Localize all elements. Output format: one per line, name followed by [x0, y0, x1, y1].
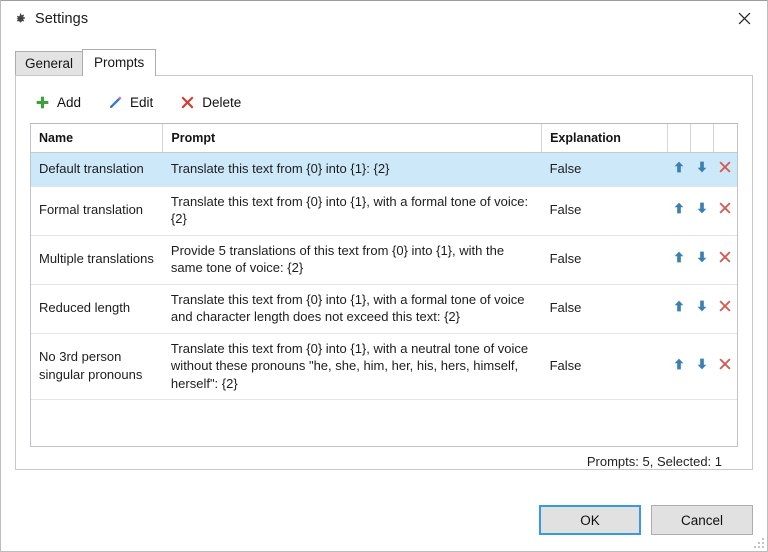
arrow-down-icon — [694, 249, 710, 265]
table-row[interactable]: Reduced lengthTranslate this text from {… — [31, 284, 737, 333]
cell-explanation: False — [542, 333, 668, 400]
row-delete-button[interactable] — [714, 153, 737, 187]
cross-icon — [717, 200, 733, 216]
close-icon[interactable] — [721, 1, 767, 35]
row-delete-button[interactable] — [714, 284, 737, 333]
cell-name: Default translation — [31, 153, 163, 187]
prompts-toolbar: Add Edit Delete — [34, 90, 738, 114]
move-down-button[interactable] — [691, 186, 714, 235]
tab-strip-container: General Prompts — [1, 37, 767, 75]
move-down-button[interactable] — [691, 284, 714, 333]
title-bar: Settings — [1, 1, 767, 37]
cell-explanation: False — [542, 186, 668, 235]
row-delete-button[interactable] — [714, 333, 737, 400]
cross-icon — [717, 249, 733, 265]
cell-prompt: Translate this text from {0} into {1}, w… — [163, 333, 542, 400]
column-header-explanation[interactable]: Explanation — [542, 124, 668, 153]
cell-explanation: False — [542, 284, 668, 333]
column-header-delete — [714, 124, 737, 153]
cell-name: Reduced length — [31, 284, 163, 333]
plus-icon — [34, 94, 51, 111]
add-button[interactable]: Add — [34, 91, 81, 113]
settings-dialog: Settings General Prompts — [0, 0, 768, 552]
move-up-button[interactable] — [667, 333, 690, 400]
cell-explanation: False — [542, 235, 668, 284]
cell-prompt: Translate this text from {0} into {1}: {… — [163, 153, 542, 187]
edit-button[interactable]: Edit — [107, 91, 153, 113]
cross-icon — [179, 94, 196, 111]
arrow-up-icon — [671, 298, 687, 314]
ok-button[interactable]: OK — [539, 505, 641, 535]
cell-prompt: Translate this text from {0} into {1}, w… — [163, 284, 542, 333]
cross-icon — [717, 159, 733, 175]
dialog-button-row: OK Cancel — [529, 505, 753, 535]
tab-strip: General Prompts — [15, 49, 767, 75]
table-row[interactable]: Formal translationTranslate this text fr… — [31, 186, 737, 235]
cell-explanation: False — [542, 153, 668, 187]
tab-general[interactable]: General — [15, 51, 83, 75]
arrow-down-icon — [694, 200, 710, 216]
move-down-button[interactable] — [691, 153, 714, 187]
move-up-button[interactable] — [667, 284, 690, 333]
resize-grip[interactable] — [751, 535, 764, 548]
arrow-up-icon — [671, 200, 687, 216]
prompts-tab-page: Add Edit Delete — [15, 75, 753, 470]
table-row[interactable]: Multiple translationsProvide 5 translati… — [31, 235, 737, 284]
table-header-row: Name Prompt Explanation — [31, 124, 737, 153]
table-row[interactable]: No 3rd person singular pronounsTranslate… — [31, 333, 737, 400]
move-down-button[interactable] — [691, 333, 714, 400]
prompts-grid[interactable]: Name Prompt Explanation Default translat… — [30, 123, 738, 447]
edit-button-label: Edit — [130, 95, 153, 110]
tab-prompts-label: Prompts — [94, 55, 144, 70]
column-header-name[interactable]: Name — [31, 124, 163, 153]
arrow-down-icon — [694, 356, 710, 372]
arrow-down-icon — [694, 159, 710, 175]
move-up-button[interactable] — [667, 186, 690, 235]
cell-name: Multiple translations — [31, 235, 163, 284]
window-title: Settings — [35, 11, 88, 27]
arrow-up-icon — [671, 159, 687, 175]
add-button-label: Add — [57, 95, 81, 110]
delete-button-label: Delete — [202, 95, 241, 110]
row-delete-button[interactable] — [714, 235, 737, 284]
arrow-down-icon — [694, 298, 710, 314]
gear-icon — [13, 12, 27, 26]
cross-icon — [717, 356, 733, 372]
column-header-move-down — [691, 124, 714, 153]
table-row[interactable]: Default translationTranslate this text f… — [31, 153, 737, 187]
arrow-up-icon — [671, 356, 687, 372]
dialog-footer: OK Cancel — [1, 470, 767, 551]
prompts-table: Name Prompt Explanation Default translat… — [31, 124, 737, 400]
row-delete-button[interactable] — [714, 186, 737, 235]
status-text: Prompts: 5, Selected: 1 — [30, 454, 722, 469]
table-body: Default translationTranslate this text f… — [31, 153, 737, 400]
cell-name: Formal translation — [31, 186, 163, 235]
tab-prompts[interactable]: Prompts — [82, 49, 156, 76]
arrow-up-icon — [671, 249, 687, 265]
column-header-move-up — [667, 124, 690, 153]
pencil-icon — [107, 94, 124, 111]
cross-icon — [717, 298, 733, 314]
move-up-button[interactable] — [667, 153, 690, 187]
cell-name: No 3rd person singular pronouns — [31, 333, 163, 400]
cell-prompt: Translate this text from {0} into {1}, w… — [163, 186, 542, 235]
cancel-button[interactable]: Cancel — [651, 505, 753, 535]
table-header: Name Prompt Explanation — [31, 124, 737, 153]
column-header-prompt[interactable]: Prompt — [163, 124, 542, 153]
move-down-button[interactable] — [691, 235, 714, 284]
delete-button[interactable]: Delete — [179, 91, 241, 113]
cell-prompt: Provide 5 translations of this text from… — [163, 235, 542, 284]
move-up-button[interactable] — [667, 235, 690, 284]
grid-empty-area — [31, 400, 737, 446]
tab-general-label: General — [25, 56, 73, 71]
